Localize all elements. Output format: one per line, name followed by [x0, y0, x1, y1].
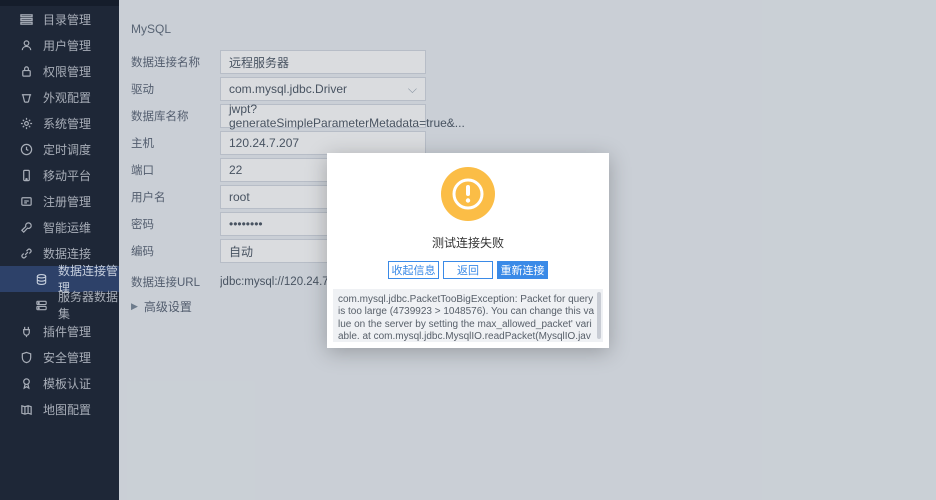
scrollbar[interactable] [597, 292, 601, 339]
back-button[interactable]: 返回 [443, 261, 494, 279]
dialog: 测试连接失败 收起信息 返回 重新连接 com.mysql.jdbc.Packe… [327, 153, 609, 348]
modal-overlay: 测试连接失败 收起信息 返回 重新连接 com.mysql.jdbc.Packe… [0, 0, 936, 500]
retry-button[interactable]: 重新连接 [497, 261, 548, 279]
error-text: com.mysql.jdbc.PacketTooBigException: Pa… [333, 289, 603, 342]
collapse-button[interactable]: 收起信息 [388, 261, 439, 279]
dialog-message: 测试连接失败 [327, 234, 609, 251]
warning-icon [441, 167, 495, 221]
